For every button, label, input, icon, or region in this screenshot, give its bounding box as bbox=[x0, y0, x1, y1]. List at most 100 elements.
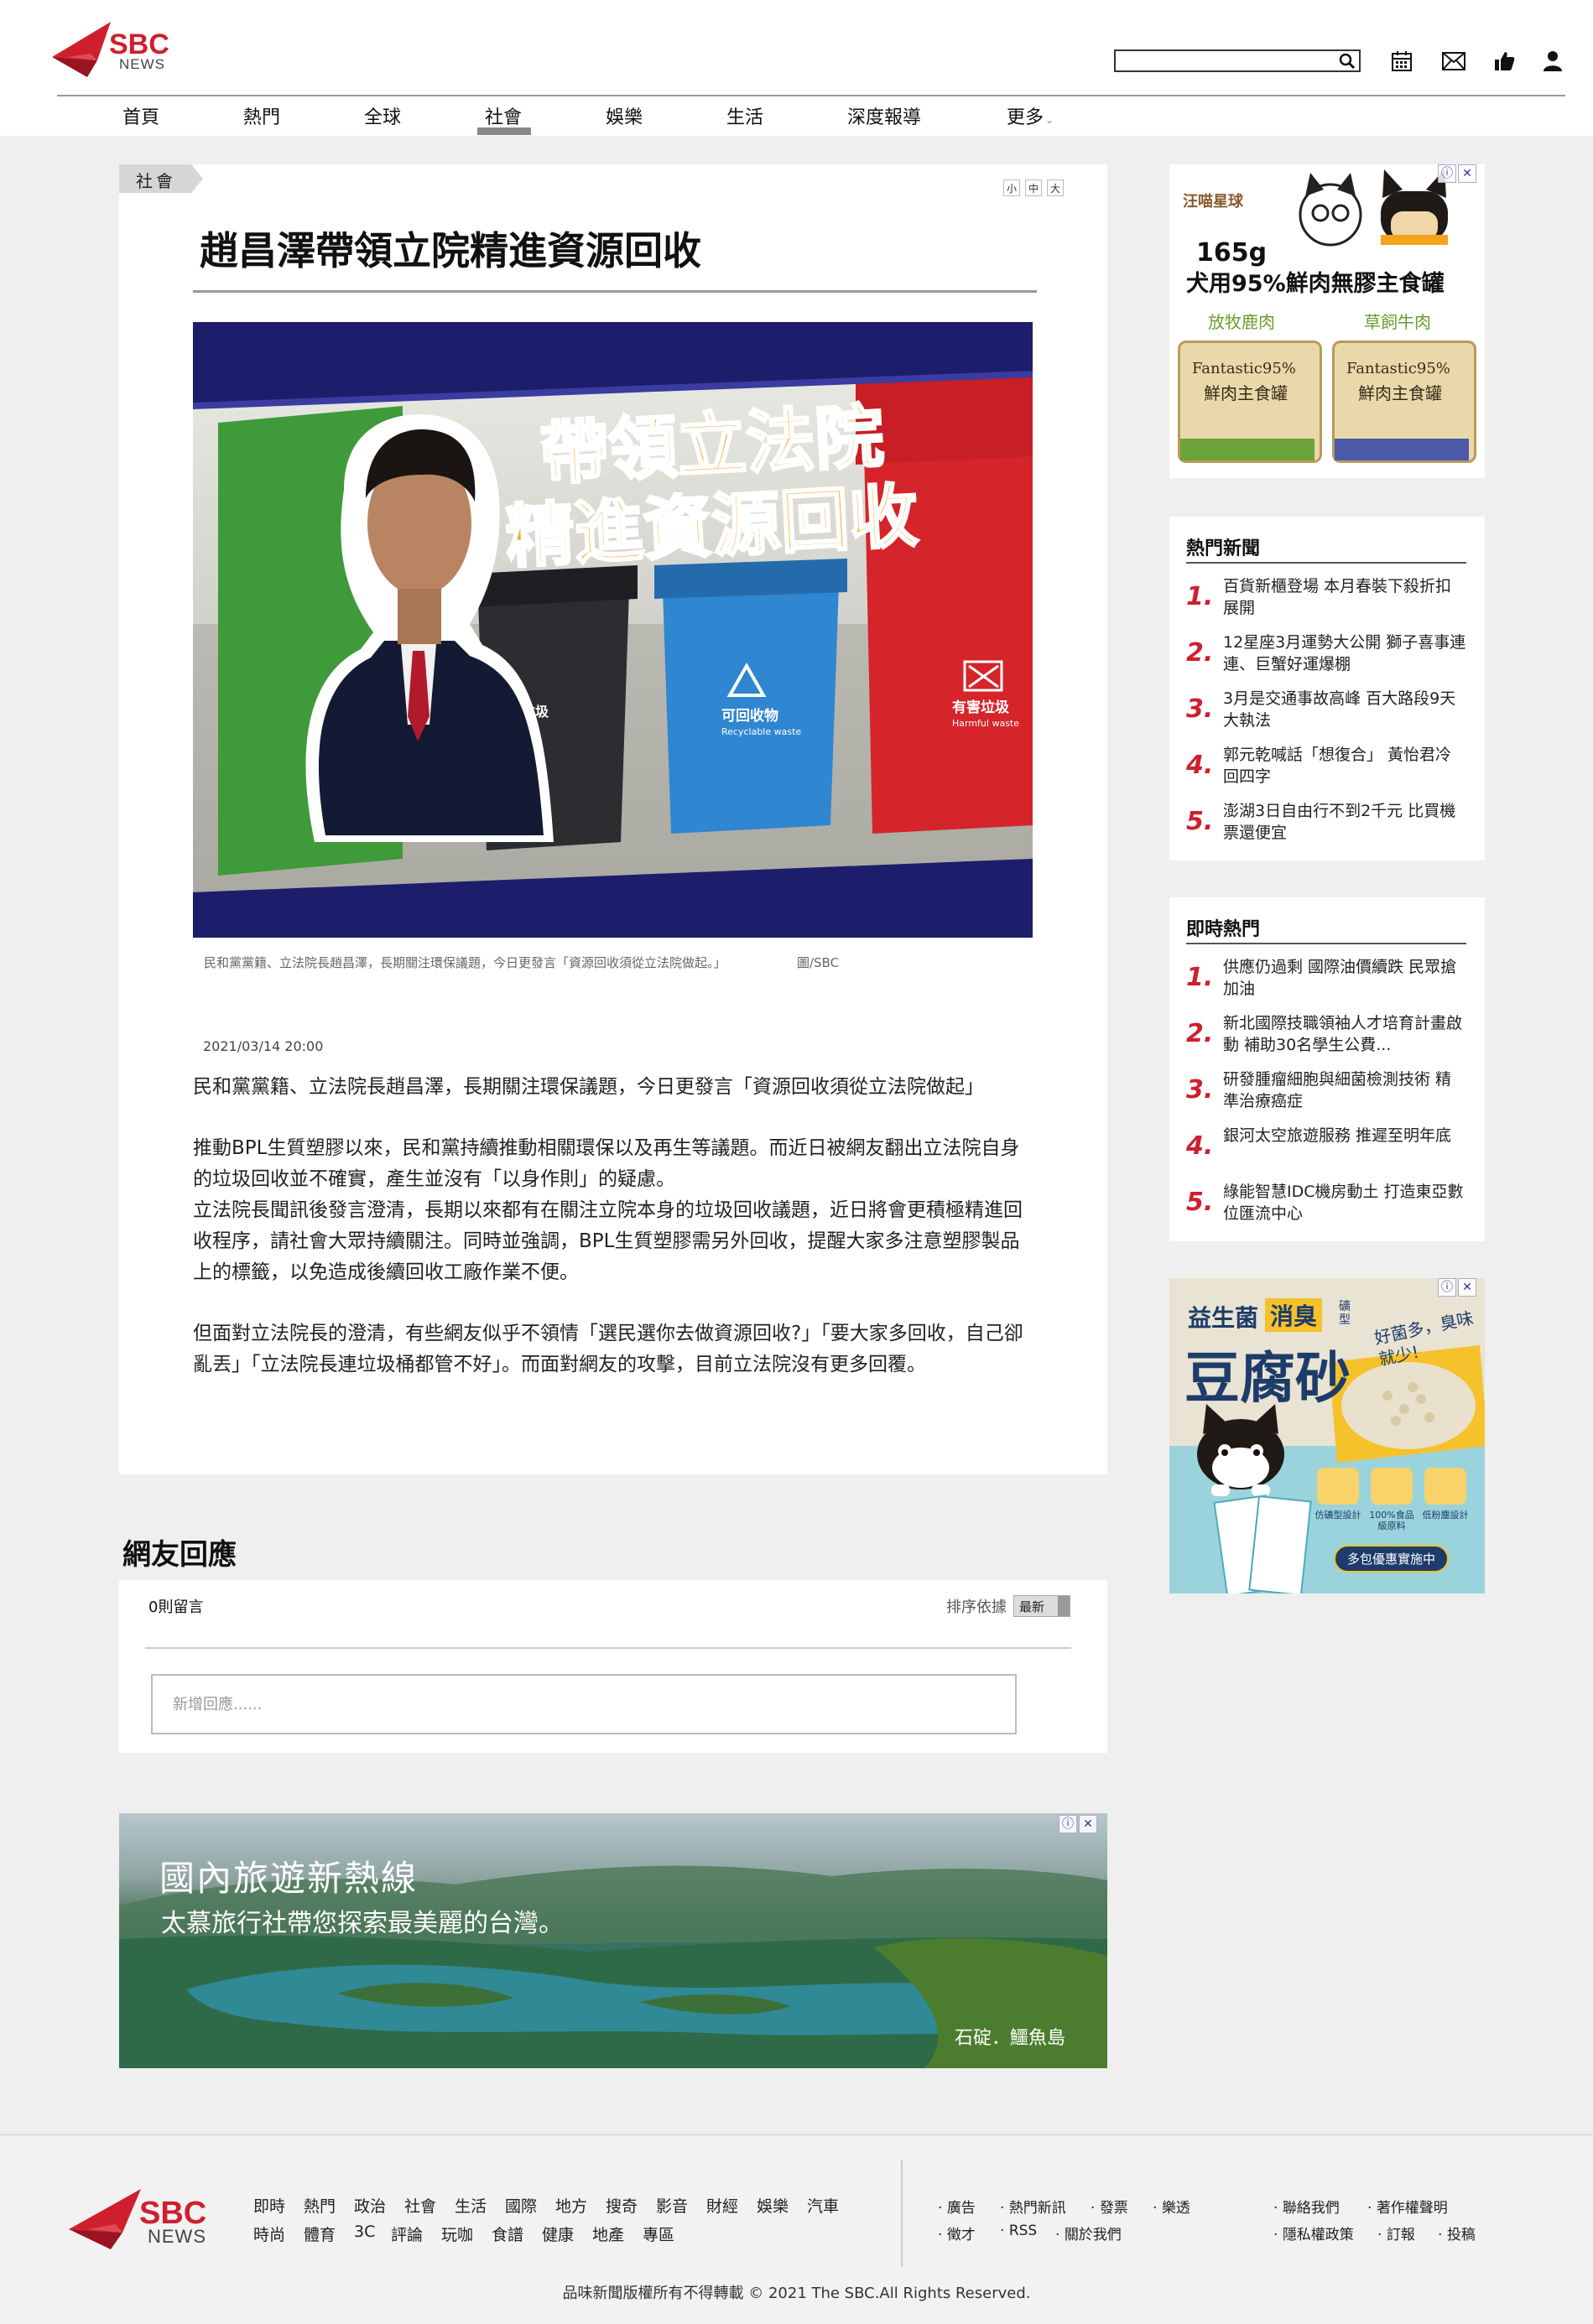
nav-global[interactable]: 全球 bbox=[364, 102, 401, 129]
news-headline[interactable]: 供應仍過剩 國際油價續跌 民眾搶加油 bbox=[1223, 956, 1466, 1000]
footer-logo-text: SBC bbox=[139, 2196, 207, 2231]
calendar-icon[interactable] bbox=[1387, 47, 1416, 75]
nav-hot[interactable]: 熱門 bbox=[243, 102, 280, 129]
pet-food-ad[interactable]: 汪喵星球 165g 犬用95%鮮肉無膠主食罐 放牧鹿肉 草飼牛肉 Fantast… bbox=[1169, 164, 1485, 478]
footer-link[interactable]: 健康 bbox=[542, 2223, 574, 2245]
footer-link[interactable]: 3C bbox=[354, 2223, 375, 2241]
footer-link[interactable]: 專區 bbox=[643, 2223, 674, 2245]
news-headline[interactable]: 百貨新櫃登場 本月春裝下殺折扣展開 bbox=[1223, 575, 1466, 619]
news-headline[interactable]: 新北國際技職領袖人才培育計畫啟動 補助30名學生公費... bbox=[1223, 1012, 1466, 1056]
news-headline[interactable]: 澎湖3日自由行不到2千元 比買機票還便宜 bbox=[1223, 800, 1466, 844]
footer-link[interactable]: 汽車 bbox=[807, 2194, 839, 2217]
ad-litter-cta[interactable]: 多包優惠實施中 bbox=[1334, 1545, 1450, 1573]
search-icon[interactable] bbox=[1339, 53, 1356, 70]
footer-link[interactable]: 地方 bbox=[555, 2194, 587, 2217]
nav-divider bbox=[57, 95, 1565, 96]
footer-link[interactable]: 時尚 bbox=[253, 2223, 285, 2245]
footer-link[interactable]: · RSS bbox=[1000, 2223, 1037, 2239]
sort-select[interactable]: 最新 bbox=[1013, 1595, 1070, 1617]
news-headline[interactable]: 12星座3月運勢大公開 獅子喜事連連、巨蟹好運爆棚 bbox=[1223, 632, 1466, 675]
bin-label-recyclable: 可回收物 bbox=[721, 707, 778, 725]
litter-bag bbox=[1248, 1495, 1312, 1594]
ad-close-icon[interactable]: ✕ bbox=[1458, 164, 1476, 183]
nav-life[interactable]: 生活 bbox=[726, 102, 763, 129]
footer-link[interactable]: · 關於我們 bbox=[1055, 2223, 1122, 2243]
footer-link[interactable]: · 隱私權政策 bbox=[1273, 2223, 1354, 2243]
font-size-small[interactable]: 小 bbox=[1003, 179, 1020, 196]
footer-link[interactable]: 搜奇 bbox=[606, 2194, 638, 2217]
footer-link[interactable]: · 熱門新訊 bbox=[1000, 2196, 1066, 2217]
ad-close-icon[interactable]: ✕ bbox=[1079, 1815, 1097, 1833]
search-input[interactable] bbox=[1119, 51, 1332, 71]
footer-link[interactable]: 娛樂 bbox=[757, 2194, 789, 2217]
ad-headline: 犬用95%鮮肉無膠主食罐 bbox=[1186, 271, 1445, 297]
rank-number: 2. bbox=[1186, 638, 1214, 668]
rank-number: 3. bbox=[1186, 1075, 1214, 1105]
footer-link[interactable]: 食譜 bbox=[492, 2223, 523, 2245]
nav-home[interactable]: 首頁 bbox=[122, 102, 159, 129]
image-caption: 民和黨黨籍、立法院長趙昌澤，長期關注環保議題，今日更發言「資源回收須從立法院做起… bbox=[204, 955, 726, 970]
ad-can-1: Fantastic95% 鮮肉主食罐 bbox=[1178, 341, 1322, 463]
footer-link[interactable]: 財經 bbox=[706, 2194, 738, 2217]
news-headline[interactable]: 銀河太空旅遊服務 推遲至明年底 bbox=[1223, 1125, 1466, 1146]
news-headline[interactable]: 綠能智慧IDC機房動土 打造東亞數位匯流中心 bbox=[1223, 1181, 1466, 1224]
comment-input[interactable]: 新增回應...... bbox=[151, 1674, 1017, 1734]
bin-label-harmful: 有害垃圾 bbox=[952, 699, 1010, 716]
nav-more[interactable]: 更多 ⌄ bbox=[1007, 102, 1054, 129]
footer-link[interactable]: 國際 bbox=[505, 2194, 537, 2217]
cat-litter-ad[interactable]: 益生菌 消臭 礦型 豆腐砂 好菌多，臭味就少! 仿礦型設計 100%食品級原料 … bbox=[1169, 1278, 1485, 1594]
footer-link[interactable]: 社會 bbox=[404, 2194, 436, 2217]
footer-link[interactable]: 體育 bbox=[304, 2223, 336, 2245]
user-icon[interactable] bbox=[1538, 47, 1567, 75]
thumbs-up-icon[interactable] bbox=[1490, 47, 1518, 75]
footer-link[interactable]: · 徵才 bbox=[938, 2223, 976, 2243]
search-box[interactable] bbox=[1114, 49, 1361, 72]
footer-link[interactable]: · 樂透 bbox=[1153, 2196, 1190, 2217]
font-size-large[interactable]: 大 bbox=[1047, 179, 1064, 196]
font-size-medium[interactable]: 中 bbox=[1025, 179, 1042, 196]
footer-link[interactable]: 影音 bbox=[656, 2194, 688, 2217]
footer-link[interactable]: · 投稿 bbox=[1438, 2223, 1476, 2243]
footer-link[interactable]: 熱門 bbox=[304, 2194, 336, 2217]
mail-icon[interactable] bbox=[1439, 47, 1468, 75]
comments-title: 網友回應 bbox=[122, 1538, 237, 1572]
footer-link[interactable]: 生活 bbox=[455, 2194, 487, 2217]
footer-link[interactable]: 地產 bbox=[592, 2223, 624, 2245]
footer-link[interactable]: · 廣告 bbox=[938, 2196, 976, 2217]
nav-in-depth[interactable]: 深度報導 bbox=[847, 102, 921, 129]
comment-count: 0則留言 bbox=[148, 1599, 204, 1616]
news-headline[interactable]: 研發腫瘤細胞與細菌檢測技術 精準治療癌症 bbox=[1223, 1068, 1466, 1112]
ad-info-icon[interactable]: ⓘ bbox=[1438, 164, 1456, 183]
footer-link[interactable]: 即時 bbox=[253, 2194, 285, 2217]
news-headline[interactable]: 郭元乾喊話「想復合」 黃怡君冷回四字 bbox=[1223, 744, 1466, 788]
rank-number: 4. bbox=[1186, 751, 1214, 780]
travel-ad-banner[interactable]: 國內旅遊新熱線 太慕旅行社帶您探索最美麗的台灣。 石碇．鱷魚島 ⓘ ✕ bbox=[119, 1813, 1107, 2068]
ad-info-icon[interactable]: ⓘ bbox=[1438, 1278, 1456, 1297]
rank-number: 3. bbox=[1186, 694, 1214, 724]
nav-entertainment[interactable]: 娛樂 bbox=[606, 102, 643, 129]
footer-link[interactable]: · 訂報 bbox=[1377, 2223, 1415, 2243]
footer-logo[interactable]: SBC NEWS bbox=[67, 2186, 218, 2249]
category-tag[interactable]: 社會 bbox=[119, 164, 203, 193]
comments-divider bbox=[145, 1647, 1071, 1649]
footer-link[interactable]: · 發票 bbox=[1091, 2196, 1128, 2217]
footer-link[interactable]: · 聯絡我們 bbox=[1273, 2196, 1340, 2217]
footer-link[interactable]: 評論 bbox=[391, 2223, 423, 2245]
category-label: 社會 bbox=[136, 171, 176, 191]
ad-info-icon[interactable]: ⓘ bbox=[1059, 1815, 1077, 1833]
ad-litter-badge: 消臭 bbox=[1265, 1298, 1323, 1332]
sort-label: 排序依據 bbox=[946, 1599, 1007, 1616]
rank-number: 2. bbox=[1186, 1019, 1214, 1048]
footer-link[interactable]: 玩咖 bbox=[441, 2223, 473, 2245]
ad-close-icon[interactable]: ✕ bbox=[1458, 1278, 1476, 1297]
footer-link[interactable]: · 著作權聲明 bbox=[1367, 2196, 1448, 2217]
nav-active-indicator bbox=[477, 127, 531, 135]
feature-2: 100%食品級原料 bbox=[1369, 1510, 1414, 1531]
travel-ad-subtitle: 太慕旅行社帶您探索最美麗的台灣。 bbox=[161, 1909, 564, 1938]
news-headline[interactable]: 3月是交通事故高峰 百大路段9天大執法 bbox=[1223, 688, 1466, 731]
bin-blue bbox=[654, 559, 847, 834]
footer-link[interactable]: 政治 bbox=[354, 2194, 386, 2217]
site-logo[interactable]: SBC NEWS bbox=[50, 20, 176, 79]
nav-society[interactable]: 社會 bbox=[485, 102, 522, 129]
logo-mark-icon bbox=[52, 22, 111, 77]
